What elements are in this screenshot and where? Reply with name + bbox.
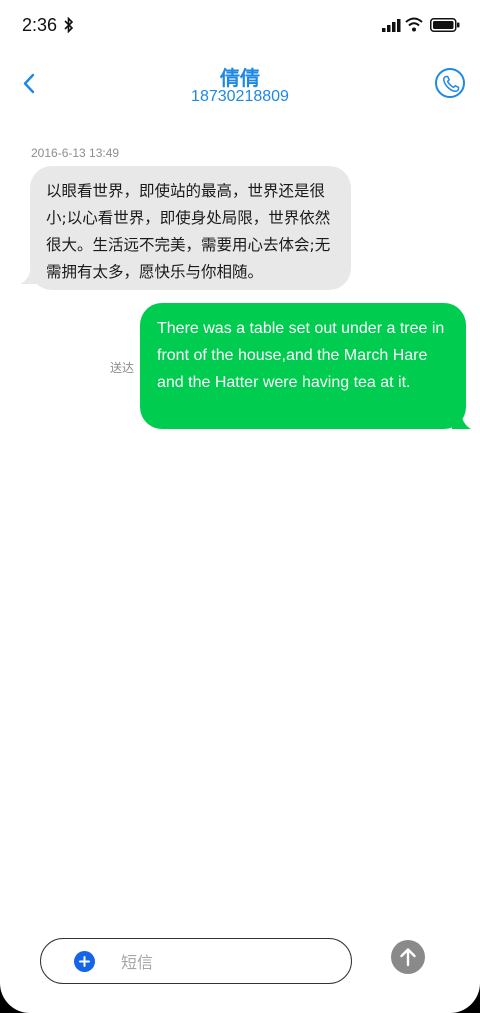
delivery-status: 送达	[110, 361, 135, 375]
battery-icon	[430, 18, 460, 32]
add-attachment-button[interactable]	[74, 951, 95, 972]
wifi-icon	[405, 17, 423, 32]
send-button[interactable]	[391, 940, 425, 974]
status-bar: 2:36	[0, 0, 480, 52]
sms-input[interactable]	[121, 949, 331, 975]
contact-number[interactable]: 18730218809	[0, 88, 480, 106]
message-timestamp: 2016-6-13 13:49	[31, 146, 120, 160]
incoming-message-bubble[interactable]: 以眼看世界，即使站的最高，世界还是很小;以心看世界，即使身处局限，世界依然很大。…	[30, 166, 351, 290]
conversation-header: 倩倩 18730218809	[0, 56, 480, 116]
message-composer	[40, 938, 352, 984]
plus-icon	[79, 956, 90, 967]
bluetooth-icon	[64, 17, 74, 33]
signal-icon	[382, 19, 401, 32]
status-time: 2:36	[22, 15, 58, 35]
call-button[interactable]	[435, 68, 465, 98]
outgoing-message-bubble[interactable]: There was a table set out under a tree i…	[140, 303, 466, 429]
arrow-up-icon	[400, 948, 416, 967]
messaging-screen: 2:36 倩倩 18730218809 2016-6-13 13:49 以眼看世…	[0, 0, 480, 1013]
phone-icon	[443, 75, 460, 92]
contact-name[interactable]: 倩倩	[0, 62, 480, 91]
